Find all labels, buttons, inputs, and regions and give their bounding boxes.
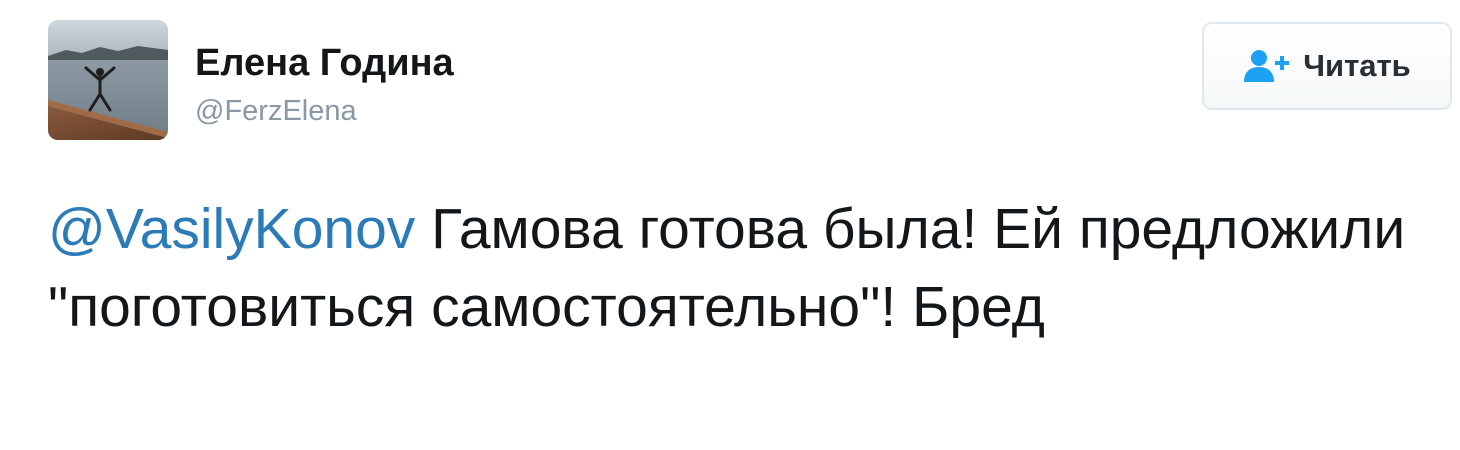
follow-button[interactable]: Читать xyxy=(1202,22,1452,110)
user-handle[interactable]: @FerzElena xyxy=(195,94,454,128)
tweet-text: @VasilyKonov Гамова готова была! Ей пред… xyxy=(48,190,1448,346)
mention-link[interactable]: @VasilyKonov xyxy=(48,197,415,261)
tweet-card: Елена Година @FerzElena Читать @VasilyKo… xyxy=(0,0,1460,450)
add-user-icon xyxy=(1243,49,1293,83)
avatar[interactable] xyxy=(48,20,168,140)
author-block: Елена Година @FerzElena xyxy=(195,40,454,128)
avatar-photo xyxy=(48,20,168,140)
display-name[interactable]: Елена Година xyxy=(195,40,454,86)
follow-button-label: Читать xyxy=(1303,48,1411,83)
